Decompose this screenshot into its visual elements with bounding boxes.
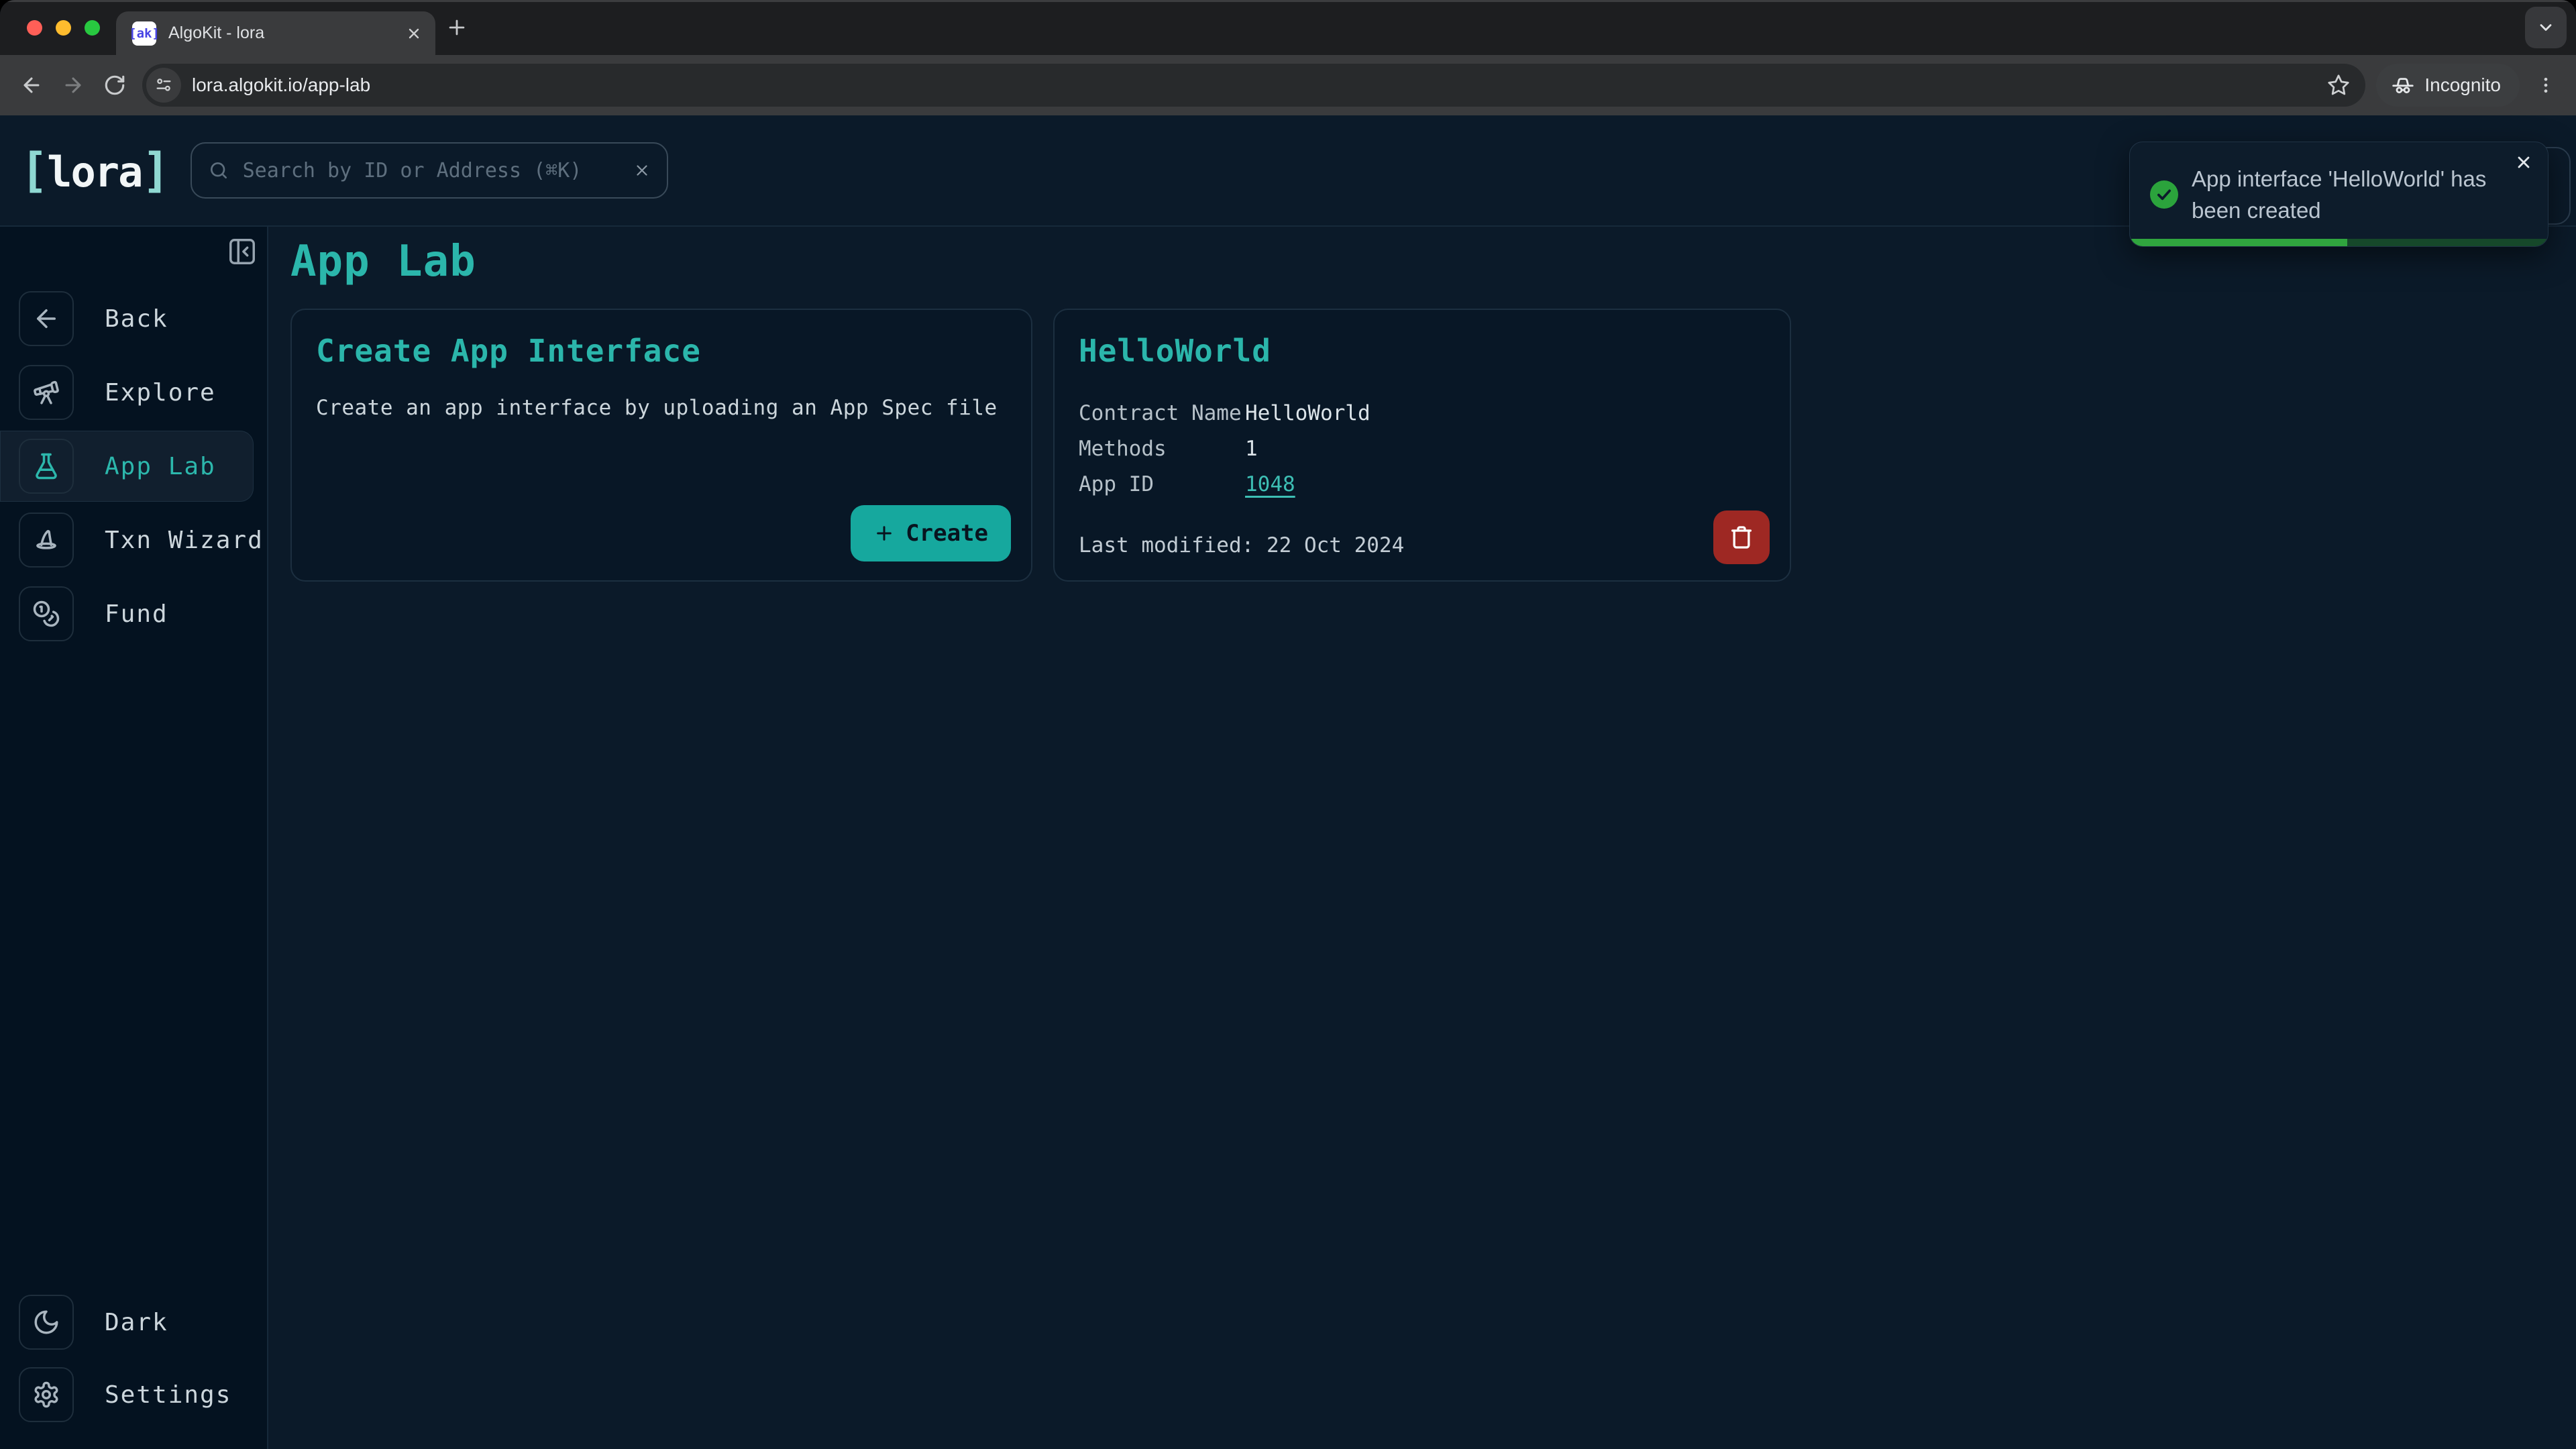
forward-button[interactable] bbox=[52, 64, 94, 106]
toast-message: App interface 'HelloWorld' has been crea… bbox=[2192, 163, 2507, 226]
sidebar-item-label: Dark bbox=[105, 1309, 168, 1336]
zoom-window-button[interactable] bbox=[85, 20, 100, 36]
trash-icon bbox=[1728, 524, 1755, 551]
create-app-interface-card: Create App Interface Create an app inter… bbox=[290, 309, 1032, 582]
telescope-icon bbox=[19, 365, 74, 420]
tab-strip: [ak] AlgoKit - lora bbox=[0, 0, 2576, 55]
app-card-details: Contract Name HelloWorld Methods 1 App I… bbox=[1079, 396, 1766, 502]
moon-icon bbox=[19, 1295, 74, 1350]
search-clear-icon[interactable] bbox=[633, 162, 651, 179]
detail-label: App ID bbox=[1079, 467, 1245, 502]
arrow-left-icon bbox=[19, 291, 74, 346]
gear-icon bbox=[19, 1367, 74, 1422]
last-modified-text: Last modified: 22 Oct 2024 bbox=[1079, 533, 1404, 557]
sidebar-item-label: Settings bbox=[105, 1381, 231, 1409]
sidebar-item-label: Explore bbox=[105, 379, 216, 407]
sidebar-item-fund[interactable]: Fund bbox=[0, 578, 254, 649]
toast-close-icon[interactable] bbox=[2514, 153, 2533, 172]
search-input[interactable] bbox=[241, 158, 633, 183]
card-description: Create an app interface by uploading an … bbox=[316, 396, 1007, 420]
tab-title: AlgoKit - lora bbox=[168, 23, 406, 43]
logo-text: lora bbox=[47, 148, 142, 197]
sidebar-item-txn-wizard[interactable]: Txn Wizard bbox=[0, 504, 254, 576]
search-icon bbox=[208, 160, 229, 181]
close-window-button[interactable] bbox=[27, 20, 42, 36]
new-tab-button[interactable] bbox=[445, 16, 468, 39]
back-button[interactable] bbox=[11, 64, 52, 106]
wizard-hat-icon bbox=[19, 513, 74, 568]
sidebar-footer: Dark Settings bbox=[0, 1287, 267, 1449]
logo-bracket-open: [ bbox=[20, 143, 47, 198]
incognito-label: Incognito bbox=[2424, 74, 2501, 96]
browser-tab[interactable]: [ak] AlgoKit - lora bbox=[116, 11, 435, 55]
detail-row-contract-name: Contract Name HelloWorld bbox=[1079, 396, 1766, 431]
sidebar-item-back[interactable]: Back bbox=[0, 283, 254, 354]
browser-menu-button[interactable] bbox=[2530, 64, 2561, 106]
browser-toolbar: lora.algokit.io/app-lab Incognito bbox=[0, 55, 2576, 115]
detail-value: HelloWorld bbox=[1245, 396, 1371, 431]
logo-bracket-close: ] bbox=[142, 143, 168, 198]
incognito-icon bbox=[2391, 73, 2415, 97]
main-content: App Lab Create App Interface Create an a… bbox=[268, 227, 2576, 1449]
create-button-label: Create bbox=[906, 520, 988, 547]
bookmark-star-icon[interactable] bbox=[2326, 73, 2351, 97]
detail-label: Methods bbox=[1079, 431, 1245, 467]
collapse-sidebar-button[interactable] bbox=[227, 236, 258, 267]
tab-favicon: [ak] bbox=[132, 21, 156, 46]
search-bar[interactable] bbox=[191, 142, 668, 199]
plus-icon bbox=[873, 523, 895, 544]
sidebar: Back Explore App Lab bbox=[0, 227, 268, 1449]
delete-app-interface-button[interactable] bbox=[1713, 511, 1770, 564]
success-check-icon bbox=[2150, 180, 2178, 209]
app-interface-card[interactable]: HelloWorld Contract Name HelloWorld Meth… bbox=[1053, 309, 1791, 582]
card-row: Create App Interface Create an app inter… bbox=[290, 309, 2576, 582]
sidebar-item-theme-dark[interactable]: Dark bbox=[0, 1287, 254, 1358]
tab-search-chevron-button[interactable] bbox=[2525, 7, 2567, 48]
tab-close-icon[interactable] bbox=[406, 25, 422, 42]
detail-row-methods: Methods 1 bbox=[1079, 431, 1766, 467]
sidebar-nav: Back Explore App Lab bbox=[0, 283, 267, 649]
sidebar-item-label: App Lab bbox=[105, 453, 216, 480]
app-id-link[interactable]: 1048 bbox=[1245, 467, 1295, 502]
site-info-icon[interactable] bbox=[146, 68, 181, 103]
toast-progress-track bbox=[2130, 239, 2548, 246]
window-controls bbox=[27, 20, 100, 36]
detail-label: Contract Name bbox=[1079, 396, 1245, 431]
url-text: lora.algokit.io/app-lab bbox=[192, 74, 370, 96]
sidebar-item-label: Fund bbox=[105, 600, 168, 628]
sidebar-item-label: Back bbox=[105, 305, 168, 333]
sidebar-item-app-lab[interactable]: App Lab bbox=[0, 431, 254, 502]
app-body: Back Explore App Lab bbox=[0, 227, 2576, 1449]
url-bar[interactable]: lora.algokit.io/app-lab bbox=[142, 64, 2365, 107]
sidebar-item-explore[interactable]: Explore bbox=[0, 357, 254, 428]
reload-button[interactable] bbox=[94, 64, 136, 106]
card-title: Create App Interface bbox=[316, 333, 1007, 369]
lora-app: [ lora ] bbox=[0, 115, 2576, 1449]
app-card-title: HelloWorld bbox=[1079, 333, 1766, 369]
success-toast: App interface 'HelloWorld' has been crea… bbox=[2129, 142, 2548, 247]
coins-icon bbox=[19, 586, 74, 641]
minimize-window-button[interactable] bbox=[56, 20, 71, 36]
sidebar-item-label: Txn Wizard bbox=[105, 527, 264, 554]
create-button[interactable]: Create bbox=[851, 505, 1011, 561]
lora-logo[interactable]: [ lora ] bbox=[20, 143, 169, 198]
detail-row-app-id: App ID 1048 bbox=[1079, 467, 1766, 502]
browser-window: [ak] AlgoKit - lora lora.algokit.io/a bbox=[0, 0, 2576, 1449]
detail-value: 1 bbox=[1245, 431, 1258, 467]
flask-icon bbox=[19, 439, 74, 494]
toast-progress-fill bbox=[2130, 239, 2347, 246]
sidebar-item-settings[interactable]: Settings bbox=[0, 1359, 254, 1430]
incognito-badge: Incognito bbox=[2376, 64, 2520, 107]
